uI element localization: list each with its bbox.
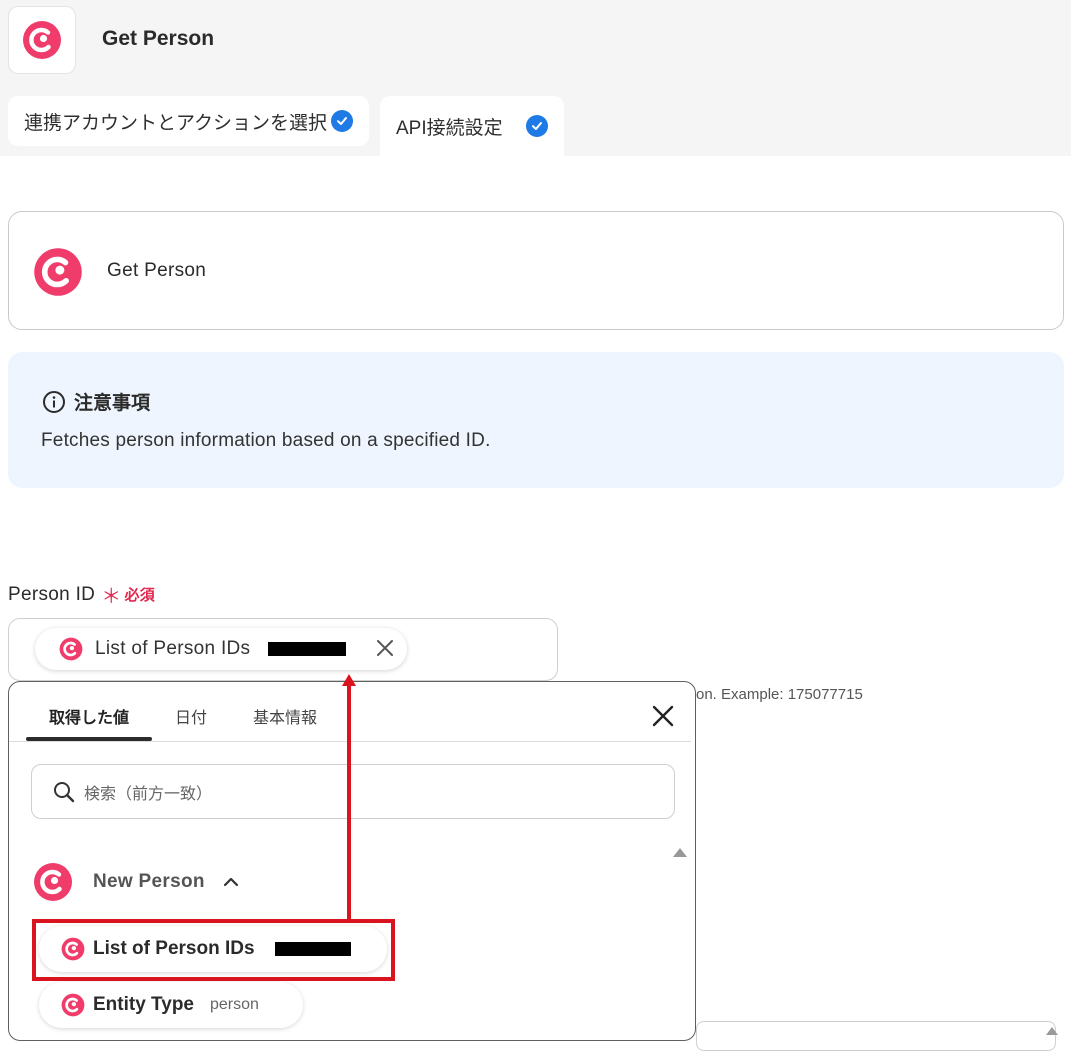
app-logo-icon [23, 21, 61, 59]
field-label-text: Person ID [8, 583, 96, 605]
app-logo-icon [61, 993, 85, 1017]
check-icon [331, 110, 353, 132]
helper-text: on. Example: 175077715 [696, 686, 863, 703]
tab-basic-info[interactable]: 基本情報 [253, 704, 317, 728]
action-card-title: Get Person [107, 260, 207, 281]
group-header-new-person[interactable]: New Person [33, 862, 239, 902]
required-mark: ＊ [101, 586, 122, 608]
scroll-up-icon[interactable] [1046, 1027, 1058, 1035]
tab-label: 連携アカウントとアクションを選択 [24, 112, 328, 134]
chip-label: List of Person IDs [95, 638, 251, 659]
close-icon[interactable] [651, 704, 675, 728]
list-item[interactable]: Entity Type person [39, 982, 303, 1028]
chevron-up-icon [223, 877, 238, 887]
notice-body: Fetches person information based on a sp… [41, 430, 491, 451]
annotation-highlight-box [32, 919, 395, 981]
tab-account-action[interactable]: 連携アカウントとアクションを選択 [8, 96, 369, 146]
redacted-value [268, 642, 347, 656]
value-chip[interactable]: List of Person IDs [35, 628, 407, 670]
active-tab-underline [26, 737, 152, 741]
notice-heading-text: 注意事項 [74, 393, 151, 414]
annotation-arrow [347, 684, 351, 920]
scroll-up-icon[interactable] [673, 848, 687, 857]
tab-obtained-values[interactable]: 取得した値 [49, 704, 129, 728]
annotation-arrow-head [342, 674, 356, 686]
tab-label: API接続設定 [396, 117, 503, 139]
search-placeholder: 検索（前方一致） [84, 785, 213, 803]
value-picker-dropdown: 取得した値 日付 基本情報 検索（前方一致） New Person List o… [8, 681, 696, 1041]
app-logo-icon [34, 863, 72, 901]
notice-box: 注意事項 Fetches person information based on… [8, 352, 1064, 488]
check-icon [526, 115, 548, 137]
close-icon[interactable] [375, 638, 395, 658]
person-id-label: Person ID ＊ 必須 [8, 580, 155, 609]
required-text: 必須 [124, 587, 156, 604]
group-label: New Person [93, 871, 205, 892]
search-input[interactable]: 検索（前方一致） [31, 764, 675, 819]
action-card: Get Person [8, 211, 1064, 330]
notice-heading: 注意事項 [42, 388, 150, 415]
person-id-input[interactable]: List of Person IDs [8, 618, 558, 681]
background-input[interactable] [696, 1021, 1056, 1051]
tab-api-settings[interactable]: API接続設定 [380, 96, 564, 156]
app-logo-icon [34, 248, 82, 296]
search-icon [54, 781, 75, 802]
app-logo-icon [59, 637, 83, 661]
item-label: Entity Type [93, 994, 194, 1015]
item-value: person [210, 996, 259, 1013]
tab-date[interactable]: 日付 [175, 704, 207, 728]
info-icon [43, 390, 65, 413]
page-title: Get Person [102, 27, 215, 50]
app-logo-box [8, 6, 76, 74]
top-bar: Get Person 連携アカウントとアクションを選択 API接続設定 [0, 0, 1071, 156]
